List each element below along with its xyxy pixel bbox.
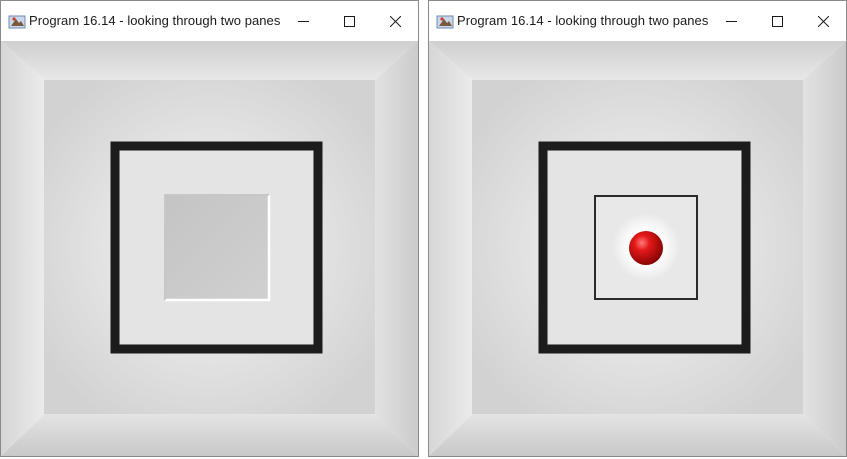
minimize-button[interactable] — [708, 1, 754, 41]
close-icon — [817, 15, 829, 27]
left-wall — [1, 41, 44, 456]
room-scene — [429, 41, 846, 456]
floor — [1, 414, 418, 456]
maximize-button[interactable] — [754, 1, 800, 41]
red-sphere — [629, 231, 663, 265]
window-title: Program 16.14 - looking through two pane… — [457, 13, 709, 28]
close-button[interactable] — [372, 1, 418, 41]
minimize-button[interactable] — [280, 1, 326, 41]
minimize-icon — [725, 20, 737, 22]
inner-pane-opaque — [166, 196, 269, 299]
room-scene — [1, 41, 418, 456]
java-app-icon — [8, 15, 26, 29]
floor — [429, 414, 846, 456]
ceiling — [1, 41, 418, 80]
3d-viewport[interactable] — [1, 41, 418, 456]
close-icon — [389, 15, 401, 27]
close-button[interactable] — [800, 1, 846, 41]
title-bar[interactable]: Program 16.14 - looking through two pane… — [1, 1, 418, 41]
title-bar[interactable]: Program 16.14 - looking through two pane… — [429, 1, 846, 41]
right-wall — [375, 41, 418, 456]
window-left: Program 16.14 - looking through two pane… — [0, 0, 419, 457]
maximize-button[interactable] — [326, 1, 372, 41]
left-wall — [429, 41, 472, 456]
ceiling — [429, 41, 846, 80]
3d-viewport[interactable] — [429, 41, 846, 456]
right-wall — [803, 41, 846, 456]
maximize-icon — [343, 15, 355, 27]
minimize-icon — [297, 20, 309, 22]
java-app-icon — [436, 15, 454, 29]
window-right: Program 16.14 - looking through two pane… — [428, 0, 847, 457]
window-title: Program 16.14 - looking through two pane… — [29, 13, 281, 28]
maximize-icon — [771, 15, 783, 27]
